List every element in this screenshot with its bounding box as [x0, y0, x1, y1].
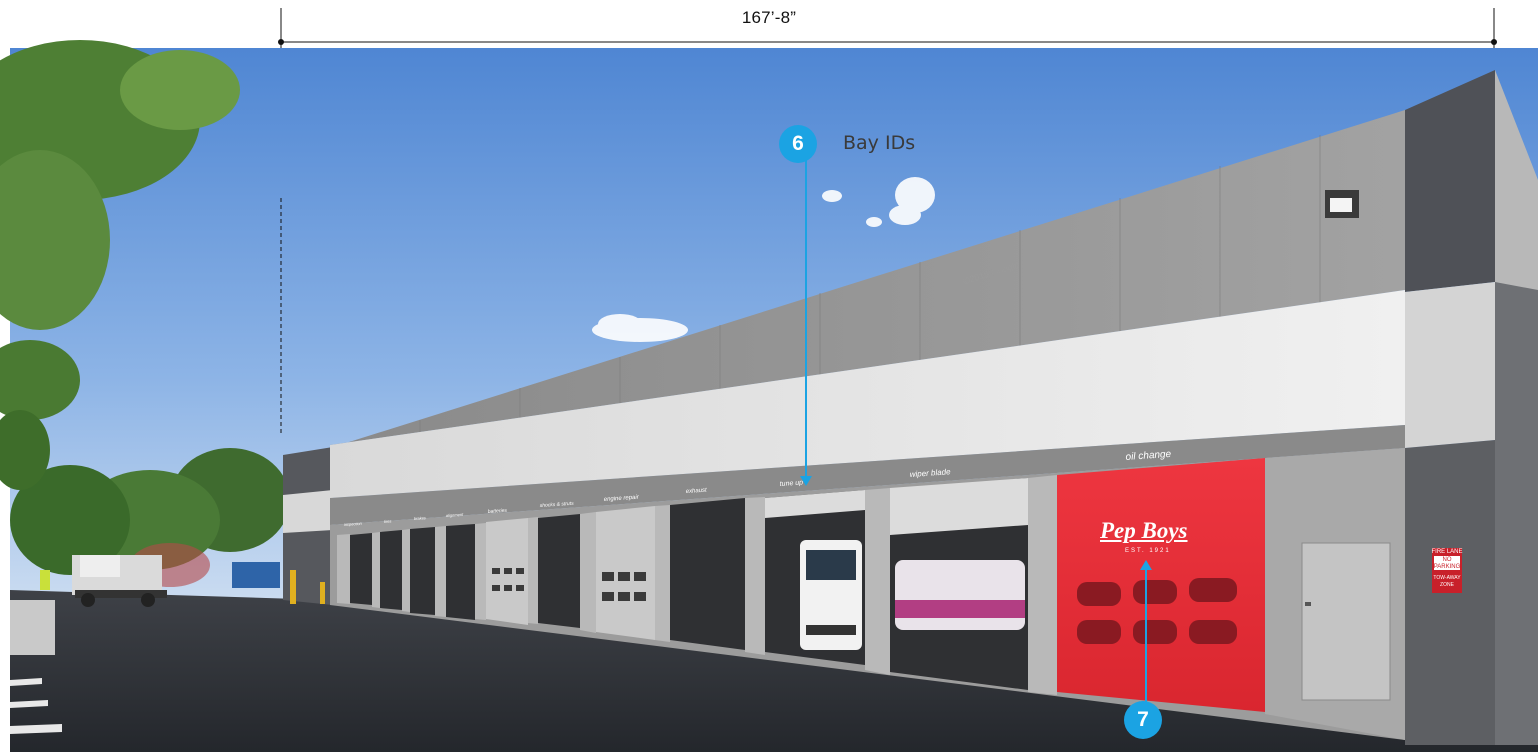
- callout-6-label: Bay IDs: [843, 132, 916, 154]
- fire-lane-sign-line2: NO: [1442, 557, 1452, 563]
- bay-label-brakes: brakes: [413, 515, 426, 521]
- callout-6-marker: 6: [779, 125, 817, 163]
- bay-label-tires: tires: [383, 518, 392, 524]
- pep-boys-logo: Pep Boys: [1100, 518, 1188, 543]
- fire-lane-sign-line4: TOW-AWAY ZONE: [1433, 575, 1461, 588]
- parked-car-left: [10, 600, 55, 655]
- callout-7-marker: 7: [1124, 701, 1162, 739]
- service-door: [1301, 542, 1391, 701]
- storefront-illustration: [0, 8, 1538, 752]
- van: [800, 540, 862, 650]
- van-pink: [895, 560, 1025, 630]
- dumpster: [232, 562, 280, 588]
- fire-lane-sign-line3: PARKING: [1433, 564, 1461, 570]
- fire-lane-sign-line1: FIRE LANE: [1431, 549, 1463, 555]
- pep-boys-established: EST. 1921: [1125, 548, 1171, 554]
